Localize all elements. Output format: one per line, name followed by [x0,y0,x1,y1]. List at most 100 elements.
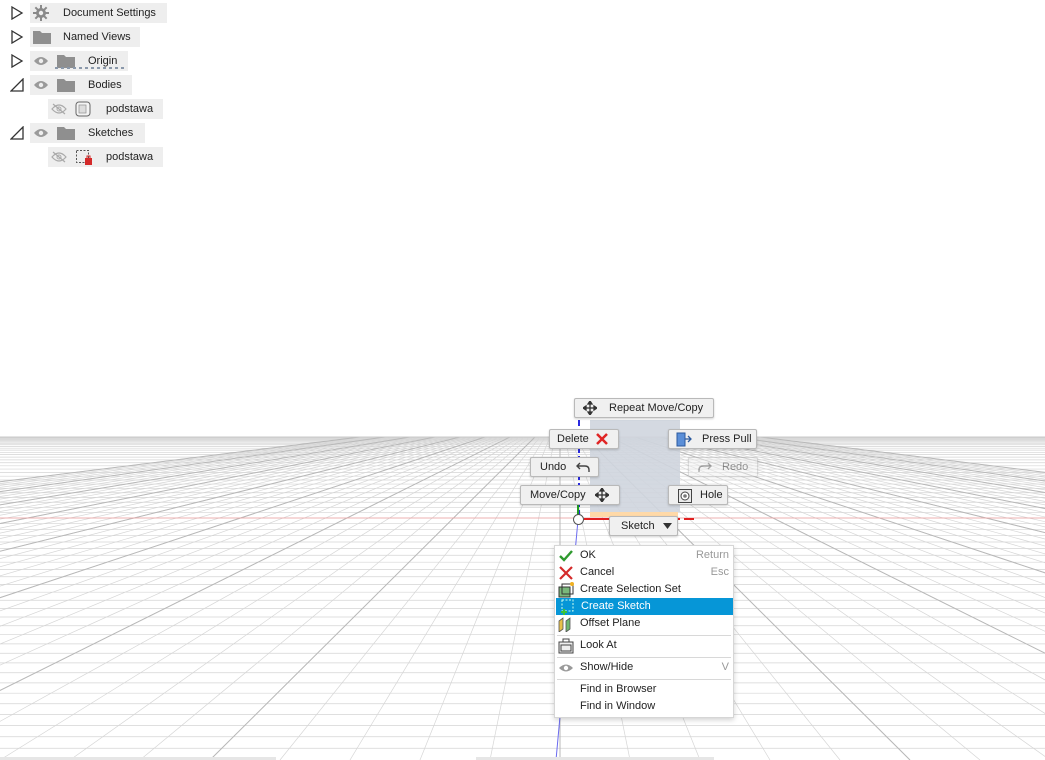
body-icon [75,101,91,117]
menu-item-offset-plane[interactable]: Offset Plane [555,615,733,632]
expand-arrow-icon[interactable] [10,54,24,68]
collapse-arrow-icon[interactable] [10,126,24,140]
grid-line [139,436,531,760]
browser-item-label: podstawa [106,151,154,163]
hole-button[interactable]: Hole [668,485,728,505]
folder-icon [57,55,75,68]
eye-icon[interactable] [33,55,49,67]
grid-line [0,436,426,516]
menu-item-show-hide[interactable]: Show/Hide V [555,659,733,676]
check-icon [559,550,573,562]
browser-item-named-views[interactable]: Named Views [30,27,140,47]
hidden-state-underline [55,67,125,69]
browser-item-origin[interactable]: Origin [30,51,128,71]
eye-icon[interactable] [33,79,49,91]
menu-item-label: Look At [580,639,617,651]
browser-item-body-podstawa[interactable]: podstawa [48,99,163,119]
menu-item-find-in-window[interactable]: Find in Window [555,698,733,715]
move-copy-button[interactable]: Move/Copy [520,485,620,505]
grid-line [0,436,511,691]
undo-label: Undo [540,461,567,473]
origin-point[interactable] [573,514,584,525]
move-copy-label: Move/Copy [530,489,586,501]
menu-separator [557,657,731,658]
grid-line [0,436,461,552]
eye-hidden-icon[interactable] [51,103,67,115]
sketch-label: Sketch [621,520,655,532]
press-pull-button[interactable]: Press Pull [668,429,757,449]
chevron-down-icon [663,523,672,529]
hole-label: Hole [700,489,723,501]
menu-item-label: Create Sketch [581,600,651,612]
browser-item-label: Document Settings [63,7,156,19]
grid-line [0,436,431,520]
menu-item-shortcut: Esc [710,566,729,578]
redo-button[interactable]: Redo [688,457,758,477]
grid-line [0,436,391,495]
grid-line [0,436,511,691]
grid-line [0,436,361,483]
grid-line [0,436,436,524]
grid-line [0,436,456,546]
menu-item-ok[interactable]: OK Return [555,547,733,564]
menu-separator [557,635,731,636]
redo-label: Redo [722,461,749,473]
folder-icon [33,31,51,44]
browser-item-bodies[interactable]: Bodies [30,75,132,95]
grid-line [0,436,361,483]
menu-item-label: Find in Window [580,700,656,712]
undo-button[interactable]: Undo [530,457,599,477]
grid-line [0,436,506,666]
grid-line [349,436,546,760]
offset-plane-icon [558,617,571,632]
eye-icon [559,664,573,672]
delete-button[interactable]: Delete [549,429,619,449]
grid-line [209,436,536,760]
menu-item-look-at[interactable]: Look At [555,637,733,654]
selection-set-icon [558,582,574,598]
redo-icon [698,462,712,472]
menu-item-find-in-browser[interactable]: Find in Browser [555,681,733,698]
menu-item-label: Create Selection Set [580,583,681,595]
browser-item-sketch-podstawa[interactable]: podstawa [48,147,163,167]
grid-line [739,436,1045,480]
expand-arrow-icon[interactable] [10,30,24,44]
menu-item-cancel[interactable]: Cancel Esc [555,564,733,581]
menu-item-create-selection-set[interactable]: Create Selection Set [555,581,733,598]
browser-item-label: Sketches [88,127,134,139]
menu-item-shortcut: Return [695,549,729,561]
grid-line [714,436,1045,491]
grid-line [679,436,1045,513]
menu-separator [557,679,731,680]
delete-x-icon [596,433,608,445]
hole-icon [678,489,692,503]
browser-item-document-settings[interactable]: Document Settings [30,3,167,23]
grid-line [0,436,436,524]
expand-arrow-icon[interactable] [10,6,24,20]
move-icon [583,401,597,415]
menu-item-create-sketch[interactable]: Create Sketch [556,598,733,615]
menu-item-label: Offset Plane [580,617,641,629]
menu-item-label: OK [580,549,596,561]
browser-item-sketches[interactable]: Sketches [30,123,145,143]
collapse-arrow-icon[interactable] [10,78,24,92]
repeat-move-copy-label: Repeat Move/Copy [609,402,704,414]
grid-line [719,436,1045,488]
browser-item-label: Bodies [88,79,122,91]
repeat-move-copy-button[interactable]: Repeat Move/Copy [574,398,714,418]
grid-line [709,436,1045,493]
eye-hidden-icon[interactable] [51,151,67,163]
context-menu: OK Return Cancel Esc Create Selection Se… [554,545,734,718]
sketch-dropdown-button[interactable]: Sketch [609,516,678,536]
grid-line [684,436,1045,510]
grid-line [689,436,1045,506]
folder-icon [57,79,75,92]
grid-line [279,436,541,760]
eye-icon[interactable] [33,127,49,139]
grid-line [0,436,421,512]
folder-icon [57,127,75,140]
press-pull-label: Press Pull [702,433,752,445]
move-icon [595,488,609,502]
grid-line [0,436,466,559]
create-sketch-icon [561,599,574,615]
